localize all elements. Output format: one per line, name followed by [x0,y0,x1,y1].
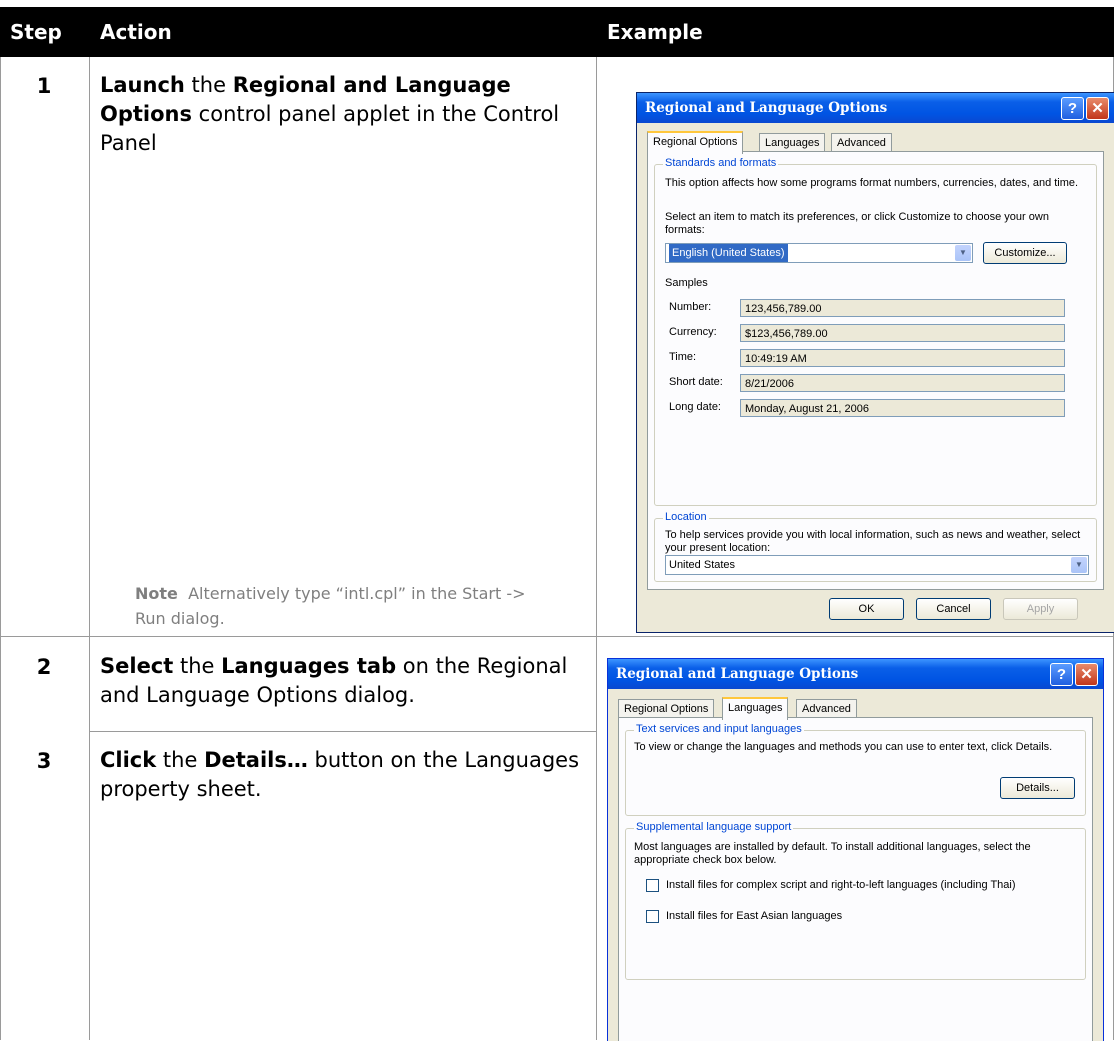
dialog-title: Regional and Language Options [616,666,859,682]
samples-label: Samples [665,277,708,289]
tab-advanced[interactable]: Advanced [831,133,892,152]
text-services-group: Text services and input languages To vie… [625,723,1086,816]
sample-label-currency: Currency: [669,326,717,338]
sample-label-time: Time: [669,351,697,363]
ok-button[interactable]: OK [829,598,904,620]
grid-line [89,731,597,732]
header-action: Action [100,20,172,44]
dialog-body: Regional Options Languages Advanced Stan… [641,123,1110,628]
supplemental-group: Supplemental language support Most langu… [625,821,1086,980]
sample-currency: $123,456,789.00 [740,324,1065,342]
tab-regional-options[interactable]: Regional Options [618,699,715,718]
apply-button[interactable]: Apply [1003,598,1078,620]
grid-line [0,636,1114,637]
action-text-3: Click the Details… button on the Languag… [100,748,580,801]
location-group-title: Location [663,511,709,523]
dialog-title: Regional and Language Options [645,100,888,116]
step-number-1: 1 [36,74,52,98]
chevron-down-icon: ▼ [955,245,971,261]
close-icon[interactable]: ✕ [1086,97,1109,120]
languages-dialog: Regional and Language Options ? ✕ Region… [607,658,1104,1041]
supplemental-description: Most languages are installed by default.… [634,841,1031,866]
sample-label-short-date: Short date: [669,376,723,388]
table-header: Step Action Example [0,7,1114,57]
step-number-2: 2 [36,655,52,679]
complex-script-checkbox[interactable] [646,879,659,892]
dialog-title-bar: Regional and Language Options ? ✕ [637,93,1114,123]
regional-options-dialog: Regional and Language Options ? ✕ Region… [636,92,1114,633]
sample-short-date: 8/21/2006 [740,374,1065,392]
regional-options-page: Standards and formats This option affect… [647,151,1104,590]
format-select[interactable]: English (United States) ▼ [665,243,973,263]
sample-time: 10:49:19 AM [740,349,1065,367]
help-icon[interactable]: ? [1061,97,1084,120]
grid-line [596,57,597,1040]
dialog-title-bar: Regional and Language Options ? ✕ [608,659,1103,689]
sample-label-long-date: Long date: [669,401,721,413]
tab-languages[interactable]: Languages [759,133,826,152]
header-example: Example [607,20,703,44]
text-services-group-title: Text services and input languages [634,723,804,735]
customize-button[interactable]: Customize... [983,242,1067,264]
languages-page: Text services and input languages To vie… [618,717,1093,1041]
header-step: Step [10,20,62,44]
action-text-1: Launch the Regional and Language Options… [100,73,560,155]
east-asian-label: Install files for East Asian languages [666,910,843,922]
step-number-3: 3 [36,749,52,773]
close-icon[interactable]: ✕ [1075,663,1098,686]
location-description: To help services provide you with local … [665,529,1081,554]
standards-description: This option affects how some programs fo… [665,177,1079,189]
help-icon[interactable]: ? [1050,663,1073,686]
details-button[interactable]: Details... [1000,777,1075,799]
sample-long-date: Monday, August 21, 2006 [740,399,1065,417]
text-services-description: To view or change the languages and meth… [634,741,1053,753]
location-value: United States [669,559,736,571]
procedure-table: Step Action Example 1 Launch the Regiona… [0,0,1114,1041]
chevron-down-icon: ▼ [1071,557,1087,573]
complex-script-label: Install files for complex script and rig… [666,879,1016,891]
dialog-body: Regional Options Languages Advanced Text… [612,689,1099,1041]
grid-line [89,57,90,1040]
supplemental-group-title: Supplemental language support [634,821,794,833]
select-prompt: Select an item to match its preferences,… [665,211,1049,236]
location-group: Location To help services provide you wi… [654,511,1097,582]
standards-group-title: Standards and formats [663,157,779,169]
standards-group: Standards and formats This option affect… [654,157,1097,506]
action-text-2: Select the Languages tab on the Regional… [100,654,568,707]
grid-line [0,57,1,1040]
note-text: Note Alternatively type “intl.cpl” in th… [135,584,526,628]
format-value: English (United States) [669,244,788,262]
sample-number: 123,456,789.00 [740,299,1065,317]
sample-label-number: Number: [669,301,712,313]
cancel-button[interactable]: Cancel [916,598,991,620]
tab-advanced[interactable]: Advanced [796,699,857,718]
east-asian-checkbox[interactable] [646,910,659,923]
location-select[interactable]: United States ▼ [665,555,1089,575]
tab-regional-options[interactable]: Regional Options [647,131,744,154]
tab-languages[interactable]: Languages [722,697,789,720]
